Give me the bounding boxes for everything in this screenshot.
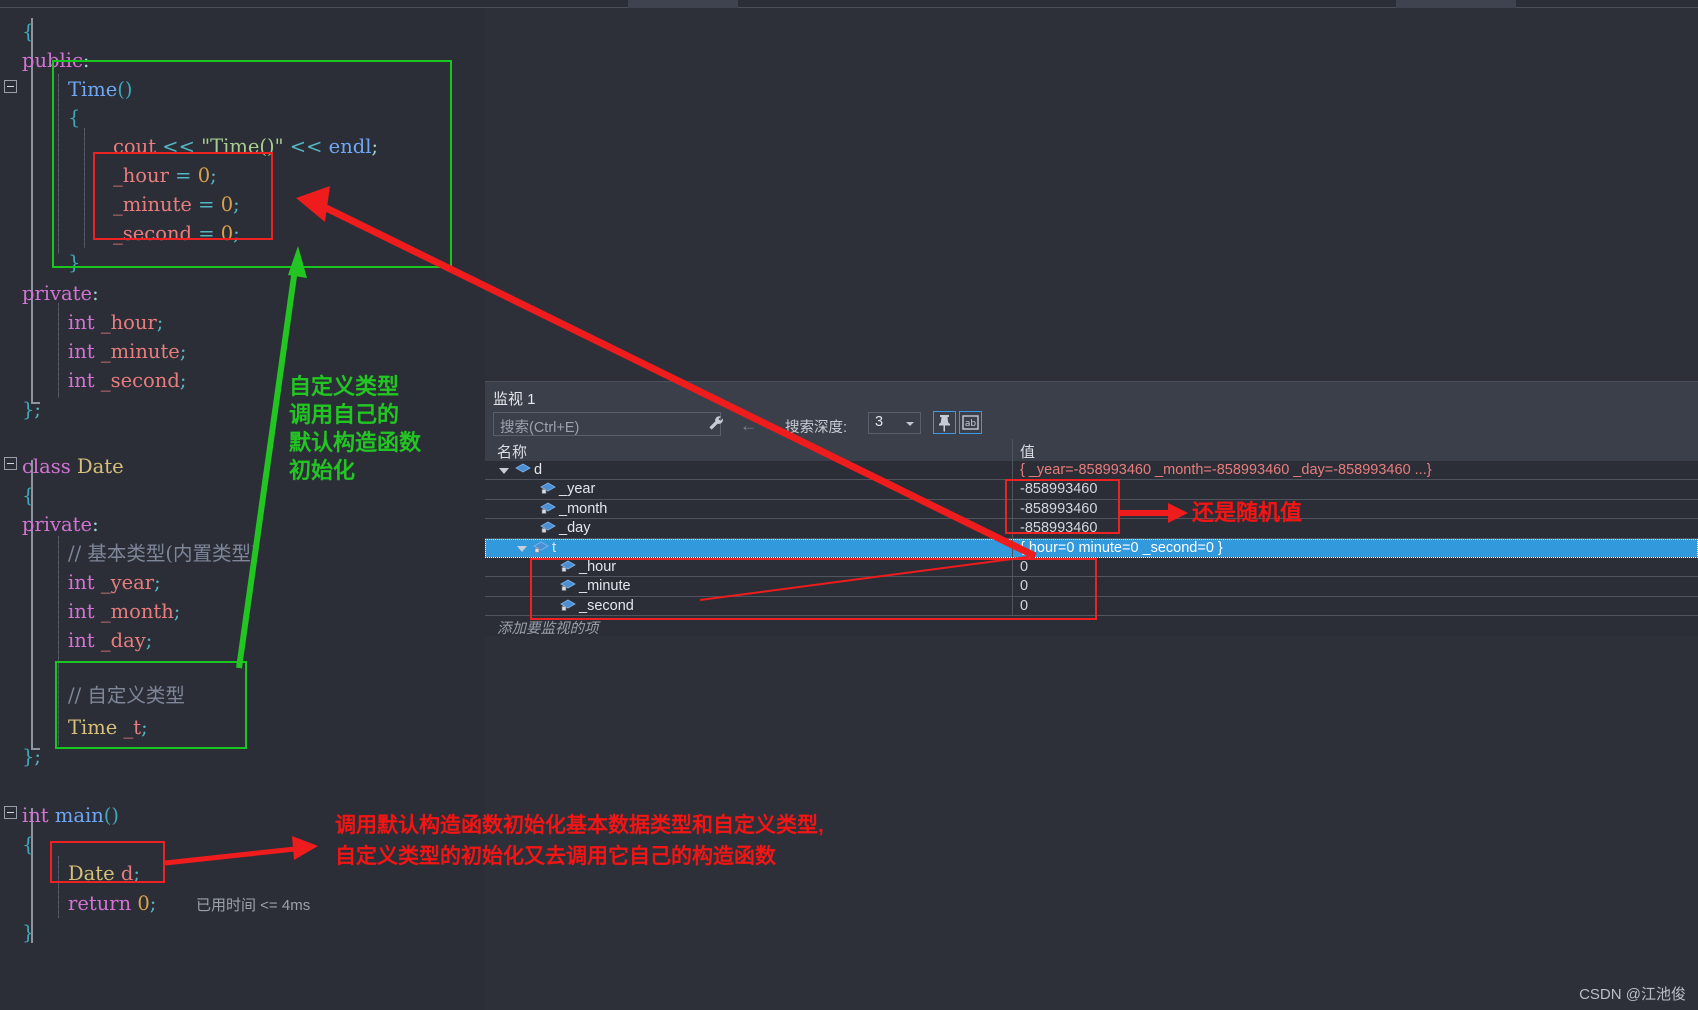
search-depth-label: 搜索深度: [785, 420, 848, 436]
code-token: private [22, 282, 93, 305]
private-field-icon [540, 502, 556, 514]
code-token: ; [34, 398, 41, 421]
object-icon [515, 463, 531, 473]
watch-row-name: _month [559, 500, 608, 517]
svg-text:ab: ab [965, 419, 977, 429]
watch-toolbar: 搜索(Ctrl+E) [485, 411, 1698, 439]
code-token: int [68, 369, 101, 392]
red-highlight-init-stmts [93, 152, 273, 240]
column-divider[interactable] [1012, 439, 1013, 461]
code-line: int _year; [0, 569, 485, 598]
red-highlight-date-d [50, 841, 165, 883]
hex-display-toggle-button[interactable]: ab [959, 411, 982, 434]
code-line: { [0, 482, 485, 511]
watch-row[interactable]: t{ hour=0 minute=0 _second=0 } [485, 538, 1698, 558]
nav-back-icon[interactable]: ← [740, 416, 757, 436]
code-token: _minute [100, 340, 180, 363]
code-token: _second [100, 369, 180, 392]
search-wrench-icon[interactable] [707, 414, 725, 432]
code-token: ; [149, 892, 157, 915]
watch-row-name: _year [559, 481, 596, 498]
green-highlight-time-member [55, 661, 247, 749]
code-token: () [103, 804, 119, 827]
code-token: _year [100, 571, 155, 594]
app-root: {public: Time(){cout << "Time()" << endl;… [0, 0, 1698, 1010]
code-token: int [68, 600, 101, 623]
search-input[interactable]: 搜索(Ctrl+E) [493, 412, 721, 436]
green-annotation-text: 自定义类型 调用自己的 默认构造函数 初始化 [289, 374, 422, 483]
code-line: int _minute; [0, 338, 485, 367]
selection-focus-outline [485, 538, 1698, 558]
code-line: } [0, 919, 485, 948]
code-token: : [92, 282, 99, 305]
private-field-icon [540, 521, 556, 533]
watch-row-name: _day [559, 520, 591, 537]
red-annotation-main-line2: 自定义类型的初始化又去调用它自己的构造函数 [335, 845, 776, 868]
red-annotation-main-line1: 调用默认构造函数初始化基本数据类型和自定义类型, [335, 814, 824, 837]
code-token: class [22, 455, 77, 478]
column-header-value: 值 [1020, 444, 1036, 461]
watch-window-title: 监视 1 [493, 391, 536, 408]
code-token: ; [154, 571, 161, 594]
nav-forward-icon[interactable]: → [763, 416, 780, 436]
code-token: { [22, 484, 35, 507]
code-token: { [22, 20, 35, 43]
code-token: int [22, 804, 55, 827]
code-token: ; [156, 311, 164, 334]
pin-toggle-button[interactable] [933, 411, 956, 434]
code-line: private: [0, 511, 485, 540]
code-token: _month [100, 600, 174, 623]
tab-remnant-2[interactable] [1396, 0, 1516, 8]
code-token: ; [34, 745, 41, 768]
code-token: return [68, 892, 138, 915]
search-placeholder: 搜索(Ctrl+E) [500, 420, 580, 436]
code-token: main [54, 804, 104, 827]
code-token: Date [77, 455, 124, 478]
search-depth-value: 3 [875, 414, 884, 430]
watermark: CSDN @江池俊 [1579, 986, 1686, 1003]
code-token: 0 [137, 892, 150, 915]
watch-grid-header: 名称 值 [485, 439, 1698, 461]
code-token: _hour [100, 311, 157, 334]
red-highlight-time-members [530, 558, 1097, 620]
code-token: int [68, 340, 101, 363]
code-token: ; [179, 369, 187, 392]
code-line: private: [0, 280, 485, 309]
add-watch-placeholder: 添加要监视的项 [497, 621, 599, 637]
tab-remnant-1[interactable] [628, 0, 738, 8]
code-token: ; [179, 340, 187, 363]
private-field-icon [540, 482, 556, 495]
code-token: ; [173, 600, 181, 623]
code-token: int [68, 629, 101, 652]
code-token: ; [145, 629, 153, 652]
code-token: int [68, 311, 101, 334]
chevron-down-icon [906, 422, 914, 426]
code-token: // 基本类型(内置类型) [68, 542, 259, 565]
code-line: int _month; [0, 598, 485, 627]
code-line: { [0, 18, 485, 47]
watch-row-value[interactable]: { _year=-858993460 _month=-858993460 _da… [1020, 462, 1432, 478]
code-token: { [22, 833, 35, 856]
red-highlight-random-values [1005, 479, 1120, 534]
watch-row[interactable]: d { _year=-858993460 _month=-858993460 _d… [485, 461, 1698, 481]
search-depth-select[interactable]: 3 [868, 412, 921, 434]
code-token: : [92, 513, 99, 536]
code-token: int [68, 571, 101, 594]
code-line: int _day; [0, 627, 485, 656]
code-token: } [22, 745, 35, 768]
red-annotation-random: 还是随机值 [1192, 500, 1303, 525]
code-token: _day [100, 629, 146, 652]
elapsed-time-hint: 已用时间 <= 4ms [196, 897, 311, 914]
code-line: int _hour; [0, 309, 485, 338]
code-token: private [22, 513, 93, 536]
column-header-name: 名称 [497, 444, 528, 461]
top-tab-strip [0, 0, 1698, 8]
watch-row-name: d [534, 462, 543, 478]
code-token: } [22, 921, 35, 944]
expander-triangle-icon[interactable] [499, 468, 509, 474]
row-column-divider [1012, 461, 1013, 481]
code-line: // 基本类型(内置类型) [0, 540, 485, 569]
code-token: } [22, 398, 35, 421]
